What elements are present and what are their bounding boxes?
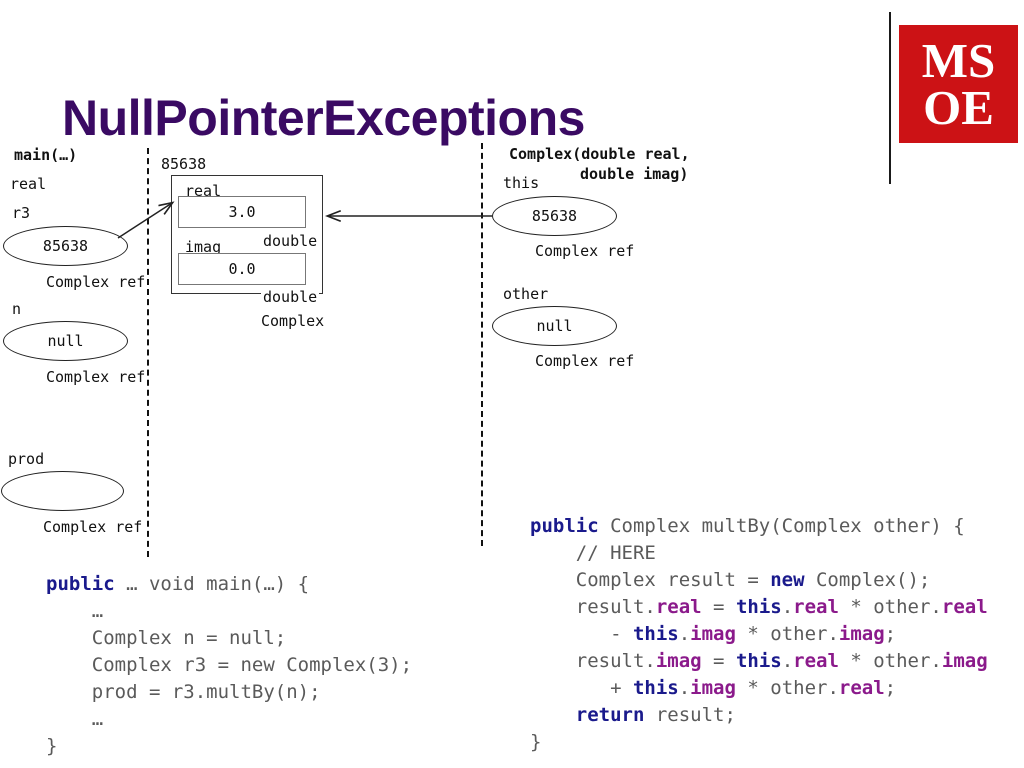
code-token: public — [530, 515, 599, 537]
code-token: } — [530, 731, 542, 753]
variable-oval-prod — [1, 471, 124, 511]
field-box-imag: 0.0 — [178, 253, 306, 285]
code-token: Complex(); — [804, 569, 931, 591]
code-token: = — [701, 650, 736, 672]
stack-divider-right — [481, 143, 483, 546]
code-token: this — [632, 623, 679, 645]
variable-name-other: other — [503, 285, 549, 303]
code-token: . — [678, 623, 691, 645]
code-token: result; — [644, 704, 736, 726]
field-box-real: 3.0 — [178, 196, 306, 228]
code-token: . — [678, 677, 691, 699]
code-token: ; — [884, 677, 897, 699]
variable-oval-r3: 85638 — [3, 226, 128, 266]
code-token: real — [941, 596, 988, 618]
code-token: return — [575, 704, 645, 726]
variable-name-this: this — [503, 174, 540, 192]
code-token: = — [701, 596, 736, 618]
variable-type-r3: Complex ref — [46, 273, 146, 291]
slide-canvas: NullPointerExceptions MS OE main(…) real… — [0, 0, 1024, 768]
field-type-imag: double — [261, 288, 320, 306]
code-token: * other. — [838, 596, 942, 618]
variable-value-r3: 85638 — [42, 237, 89, 255]
code-token: result. — [530, 596, 656, 618]
code-token: imag — [838, 623, 885, 645]
code-token: imag — [941, 650, 988, 672]
variable-oval-this: 85638 — [492, 196, 617, 236]
logo-divider-rule — [889, 12, 891, 184]
code-token: real — [655, 596, 702, 618]
variable-type-this: Complex ref — [535, 242, 635, 260]
code-token: prod = r3.multBy(n); — [46, 681, 321, 703]
code-token: this — [735, 650, 782, 672]
frame-label-main: main(…) — [14, 146, 78, 164]
msoe-logo-line2: OE — [923, 80, 994, 135]
arrow-r3-to-object — [117, 203, 172, 239]
code-token: result. — [530, 650, 656, 672]
msoe-logo: MS OE — [899, 25, 1018, 143]
code-token: imag — [690, 623, 736, 645]
variable-name-n: n — [12, 300, 22, 318]
code-token: … — [46, 708, 104, 730]
frame-label-constructor-line1: Complex(double real, — [509, 145, 690, 163]
code-token: imag — [690, 677, 736, 699]
code-token: ; — [884, 623, 897, 645]
code-token: … void main(…) { — [114, 573, 310, 595]
code-token: Complex multBy(Complex other) { — [598, 515, 965, 537]
code-block-main: public … void main(…) { … Complex n = nu… — [46, 571, 412, 760]
code-token: } — [46, 735, 58, 757]
code-token: Complex n = null; — [46, 627, 287, 649]
variable-value-n: null — [47, 332, 84, 350]
code-token: Complex result = — [530, 569, 771, 591]
code-token: this — [632, 677, 679, 699]
field-value-imag: 0.0 — [228, 260, 256, 278]
code-token: - — [530, 623, 633, 645]
variable-type-prod: Complex ref — [43, 518, 143, 536]
variable-type-n: Complex ref — [46, 368, 146, 386]
code-block-multby: public Complex multBy(Complex other) { /… — [530, 513, 988, 756]
code-token: . — [781, 650, 794, 672]
code-token: // HERE — [530, 542, 656, 564]
variable-value-other: null — [536, 317, 573, 335]
code-token: this — [735, 596, 782, 618]
stray-label-real: real — [10, 175, 47, 193]
code-token: * other. — [735, 623, 839, 645]
heap-object-class-label: Complex — [261, 312, 325, 330]
code-token: + — [530, 677, 633, 699]
variable-type-other: Complex ref — [535, 352, 635, 370]
variable-oval-n: null — [3, 321, 128, 361]
code-token: real — [793, 650, 839, 672]
variable-name-r3: r3 — [12, 204, 31, 222]
code-token: real — [838, 677, 885, 699]
frame-label-constructor-line2: double imag) — [580, 165, 689, 183]
field-value-real: 3.0 — [228, 203, 256, 221]
code-token: . — [781, 596, 794, 618]
variable-value-this: 85638 — [531, 207, 578, 225]
code-token: Complex r3 = new Complex(3); — [46, 654, 413, 676]
heap-object-address: 85638 — [161, 155, 207, 173]
code-token: new — [770, 569, 805, 591]
code-token: … — [46, 600, 104, 622]
variable-name-prod: prod — [8, 450, 45, 468]
code-token: * other. — [735, 677, 839, 699]
variable-oval-other: null — [492, 306, 617, 346]
code-token: public — [46, 573, 115, 595]
code-token: imag — [655, 650, 702, 672]
field-type-real: double — [261, 232, 320, 250]
msoe-logo-line1: MS — [921, 33, 996, 88]
code-token: real — [793, 596, 839, 618]
stack-divider-left — [147, 148, 149, 557]
page-title: NullPointerExceptions — [62, 90, 585, 146]
code-token: * other. — [838, 650, 942, 672]
